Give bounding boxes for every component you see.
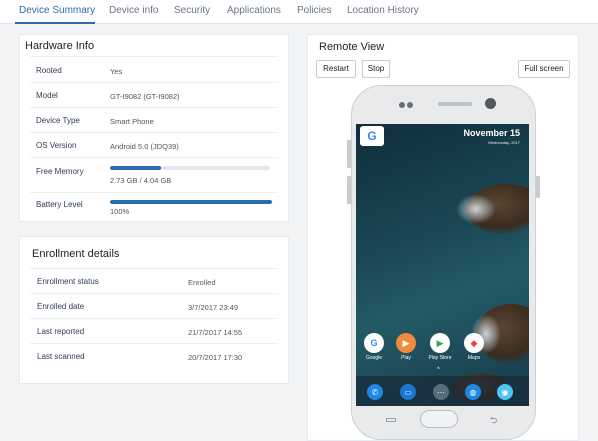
enrollment-status-value: Enrolled bbox=[188, 278, 216, 287]
play-store-icon: ▶ bbox=[430, 333, 450, 353]
battery-level-label: Battery Level bbox=[36, 200, 83, 209]
tab-device-info[interactable]: Device info bbox=[109, 5, 158, 16]
free-memory-bar-fill bbox=[110, 166, 162, 170]
active-tab-indicator bbox=[15, 22, 95, 24]
app-drawer-chevron-icon[interactable]: ^ bbox=[437, 367, 440, 373]
phone-icon[interactable]: ✆ bbox=[367, 384, 383, 400]
app-google[interactable]: G Google bbox=[362, 333, 386, 361]
full-screen-button[interactable]: Full screen bbox=[518, 60, 570, 78]
os-version-value: Android 5.0 (JDQ39) bbox=[110, 142, 179, 151]
app-maps[interactable]: ◆ Maps bbox=[462, 333, 486, 361]
app-play-store[interactable]: ▶ Play Store bbox=[426, 333, 454, 361]
device-type-label: Device Type bbox=[36, 116, 80, 125]
tab-applications[interactable]: Applications bbox=[227, 5, 281, 16]
battery-level-value: 100% bbox=[110, 207, 130, 216]
google-search-widget[interactable]: G bbox=[360, 126, 384, 146]
enrolled-date-value: 3/7/2017 23:49 bbox=[188, 303, 239, 312]
lockscreen-date: November 15 bbox=[463, 128, 520, 138]
free-memory-bar bbox=[110, 166, 270, 170]
tab-security[interactable]: Security bbox=[174, 5, 210, 16]
app-label: Maps bbox=[467, 355, 481, 361]
front-camera-icon bbox=[485, 98, 496, 109]
tab-location-history[interactable]: Location History bbox=[347, 5, 419, 16]
stop-button[interactable]: Stop bbox=[362, 60, 390, 78]
divider bbox=[30, 82, 278, 83]
tab-device-summary[interactable]: Device Summary bbox=[19, 5, 95, 16]
last-scanned-label: Last scanned bbox=[37, 352, 85, 361]
battery-level-bar bbox=[110, 200, 272, 204]
sensor-icon bbox=[399, 102, 413, 108]
divider bbox=[30, 192, 278, 193]
divider bbox=[30, 268, 278, 269]
last-reported-label: Last reported bbox=[37, 327, 85, 336]
enrollment-details-card: Enrollment details Enrollment status Enr… bbox=[19, 236, 289, 384]
browser-icon[interactable]: ◍ bbox=[465, 384, 481, 400]
app-label: Play Store bbox=[428, 355, 452, 361]
divider bbox=[30, 293, 278, 294]
device-type-value: Smart Phone bbox=[110, 117, 154, 126]
restart-button[interactable]: Restart bbox=[316, 60, 356, 78]
hardware-info-title: Hardware Info bbox=[25, 40, 95, 52]
messages-icon[interactable]: ▭ bbox=[400, 384, 416, 400]
tab-bar: Device Summary Device info Security Appl… bbox=[0, 0, 598, 24]
os-version-label: OS Version bbox=[36, 141, 77, 150]
app-play[interactable]: ▶ Play bbox=[394, 333, 418, 361]
maps-icon: ◆ bbox=[464, 333, 484, 353]
app-label: Google bbox=[365, 355, 383, 361]
speaker-grille bbox=[438, 102, 472, 106]
google-icon: G bbox=[364, 333, 384, 353]
model-value: GT-I9082 (GT-I9082) bbox=[110, 92, 180, 101]
rooted-value: Yes bbox=[110, 67, 123, 76]
rooted-label: Rooted bbox=[36, 66, 62, 75]
remote-view-title: Remote View bbox=[319, 41, 385, 53]
app-drawer-icon[interactable]: ⋯ bbox=[433, 384, 449, 400]
camera-icon[interactable]: ◉ bbox=[497, 384, 513, 400]
app-label: Play bbox=[401, 355, 411, 361]
tab-policies[interactable]: Policies bbox=[297, 5, 331, 16]
model-label: Model bbox=[36, 91, 58, 100]
last-scanned-value: 20/7/2017 17:30 bbox=[188, 353, 243, 362]
divider bbox=[30, 157, 278, 158]
divider bbox=[30, 132, 278, 133]
volume-up-button bbox=[347, 140, 351, 168]
enrolled-date-label: Enrolled date bbox=[37, 302, 85, 311]
divider bbox=[30, 107, 278, 108]
battery-level-bar-fill bbox=[110, 200, 272, 204]
free-memory-value: 2.73 GB / 4.04 GB bbox=[110, 176, 172, 185]
hardware-info-card: Hardware Info Rooted Yes Model GT-I9082 … bbox=[19, 34, 289, 222]
divider bbox=[30, 318, 278, 319]
volume-down-button bbox=[347, 176, 351, 204]
back-icon[interactable]: ⮌ bbox=[490, 413, 497, 429]
free-memory-label: Free Memory bbox=[36, 167, 84, 176]
lockscreen-subdate: Wednesday, 2017 bbox=[488, 140, 520, 145]
play-icon: ▶ bbox=[396, 333, 416, 353]
phone-screen[interactable] bbox=[356, 124, 529, 406]
recent-apps-icon[interactable] bbox=[386, 418, 396, 422]
power-button bbox=[536, 176, 540, 198]
enrollment-details-title: Enrollment details bbox=[32, 248, 120, 260]
enrollment-status-label: Enrollment status bbox=[37, 277, 99, 286]
divider bbox=[30, 56, 278, 57]
divider bbox=[30, 343, 278, 344]
home-button[interactable] bbox=[420, 410, 458, 428]
last-reported-value: 21/7/2017 14:55 bbox=[188, 328, 243, 337]
